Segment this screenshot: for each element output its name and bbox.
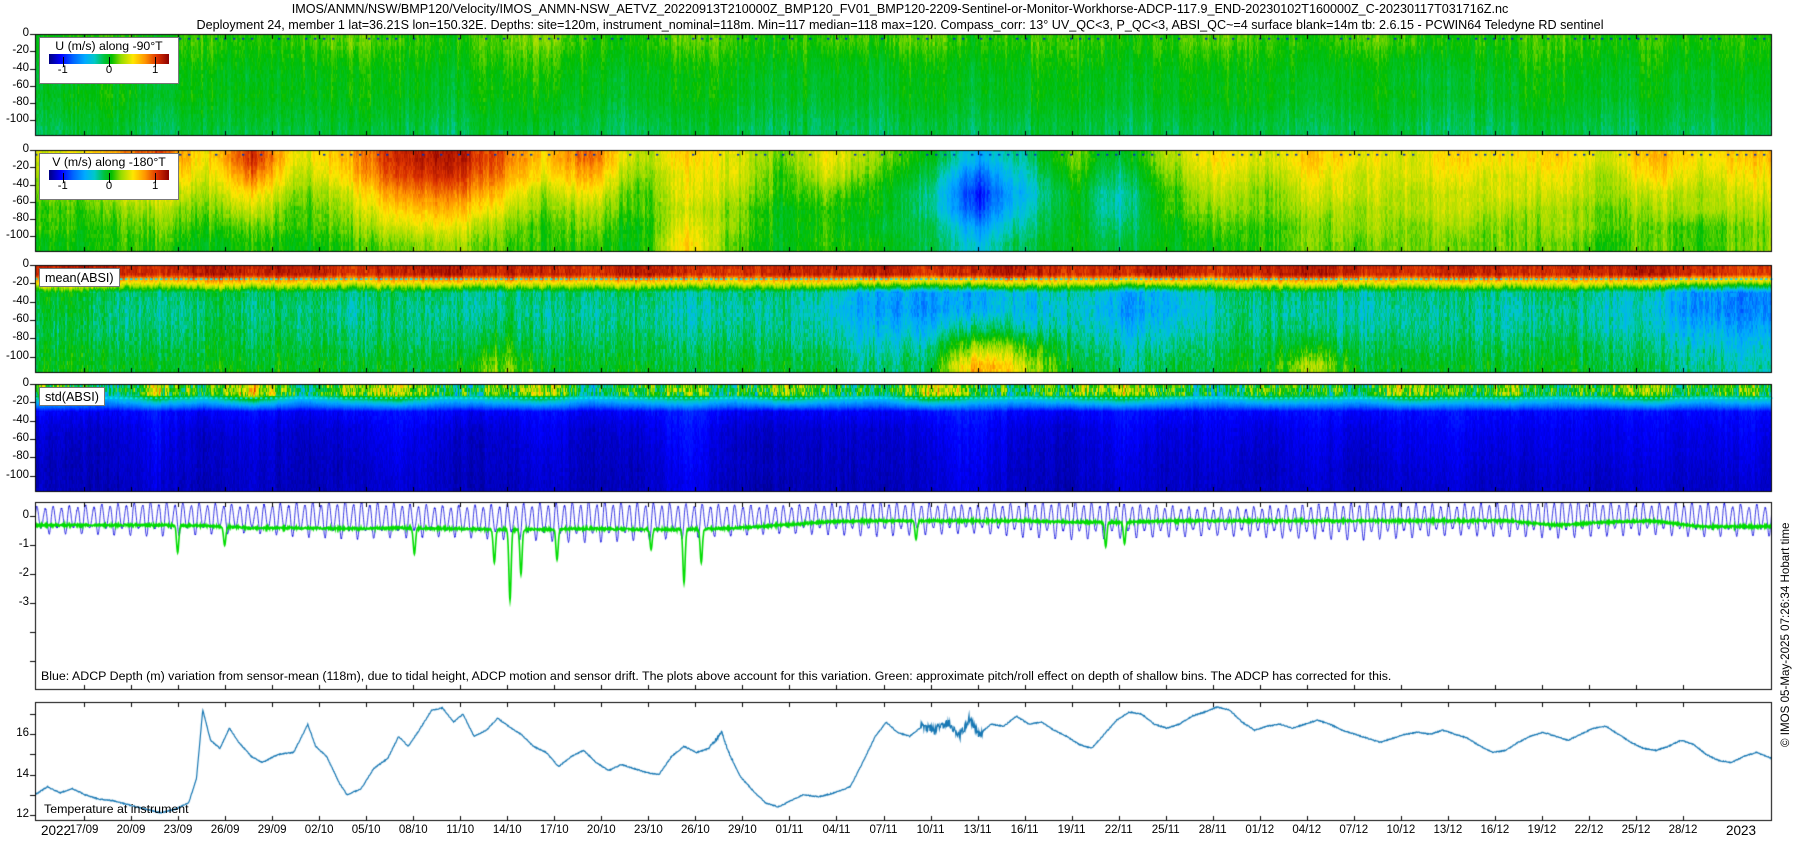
y-tick-label: -60 xyxy=(0,195,29,207)
depth-variation-annotation: Blue: ADCP Depth (m) variation from sens… xyxy=(41,669,1391,683)
y-tick-label: -20 xyxy=(0,44,29,56)
y-tick-label: 0 xyxy=(0,377,29,389)
y-tick-label: -20 xyxy=(0,395,29,407)
figure-title-line2: Deployment 24, member 1 lat=36.21S lon=1… xyxy=(0,18,1800,32)
colorbar-tick-label: 1 xyxy=(152,64,158,76)
y-tick-label: -20 xyxy=(0,276,29,288)
v-colorbar-gradient xyxy=(49,170,169,180)
legend-v-title: V (m/s) along -180°T xyxy=(40,155,178,169)
y-tick-label: -40 xyxy=(0,414,29,426)
y-tick-label: -80 xyxy=(0,450,29,462)
imos-watermark: © IMOS 05-May-2025 07:26:34 Hobart time xyxy=(1779,523,1792,747)
y-tick-label: -1 xyxy=(0,538,29,550)
temperature-label: Temperature at instrument xyxy=(44,802,189,816)
legend-v-colorbar: V (m/s) along -180°T -1 0 1 xyxy=(39,153,179,200)
y-tick-label: -20 xyxy=(0,160,29,172)
u-colorbar-ticks: -1 0 1 xyxy=(49,64,169,77)
y-tick-label: -100 xyxy=(0,469,29,481)
y-tick-label: -60 xyxy=(0,79,29,91)
y-tick-label: -2 xyxy=(0,567,29,579)
y-tick-label: 14 xyxy=(0,768,29,780)
legend-u-colorbar: U (m/s) along -90°T -1 0 1 xyxy=(39,37,179,84)
y-tick-label: 0 xyxy=(0,258,29,270)
y-tick-label: -60 xyxy=(0,313,29,325)
y-tick-label: -80 xyxy=(0,331,29,343)
year-label-right: 2023 xyxy=(1726,823,1756,838)
y-tick-label: -40 xyxy=(0,178,29,190)
y-tick-label: 0 xyxy=(0,509,29,521)
y-tick-label: 0 xyxy=(0,27,29,39)
y-tick-label: -3 xyxy=(0,596,29,608)
y-tick-label: 12 xyxy=(0,808,29,820)
y-tick-label: -40 xyxy=(0,295,29,307)
y-tick-label: -80 xyxy=(0,96,29,108)
y-tick-label: 16 xyxy=(0,727,29,739)
y-tick-label: -100 xyxy=(0,350,29,362)
colorbar-tick-label: 1 xyxy=(152,180,158,192)
y-tick-label: -100 xyxy=(0,229,29,241)
y-tick-label: -60 xyxy=(0,432,29,444)
legend-u-title: U (m/s) along -90°T xyxy=(40,39,178,53)
y-tick-label: -80 xyxy=(0,212,29,224)
colorbar-tick-label: -1 xyxy=(58,180,68,192)
y-tick-label: -100 xyxy=(0,113,29,125)
colorbar-tick-label: -1 xyxy=(58,64,68,76)
v-colorbar-ticks: -1 0 1 xyxy=(49,180,169,193)
colorbar-tick-label: 0 xyxy=(106,180,112,192)
plots-canvas xyxy=(0,0,1800,850)
y-tick-label: -40 xyxy=(0,62,29,74)
figure-root: IMOS/ANMN/NSW/BMP120/Velocity/IMOS_ANMN-… xyxy=(0,0,1800,850)
x-tick-label: 28/12 xyxy=(1655,824,1711,836)
colorbar-tick-label: 0 xyxy=(106,64,112,76)
figure-title-line1: IMOS/ANMN/NSW/BMP120/Velocity/IMOS_ANMN-… xyxy=(0,2,1800,16)
legend-std-absi: std(ABSI) xyxy=(39,387,105,406)
u-colorbar-gradient xyxy=(49,54,169,64)
y-tick-label: 0 xyxy=(0,143,29,155)
year-label-left: 2022 xyxy=(41,823,71,838)
legend-mean-absi: mean(ABSI) xyxy=(39,268,120,287)
